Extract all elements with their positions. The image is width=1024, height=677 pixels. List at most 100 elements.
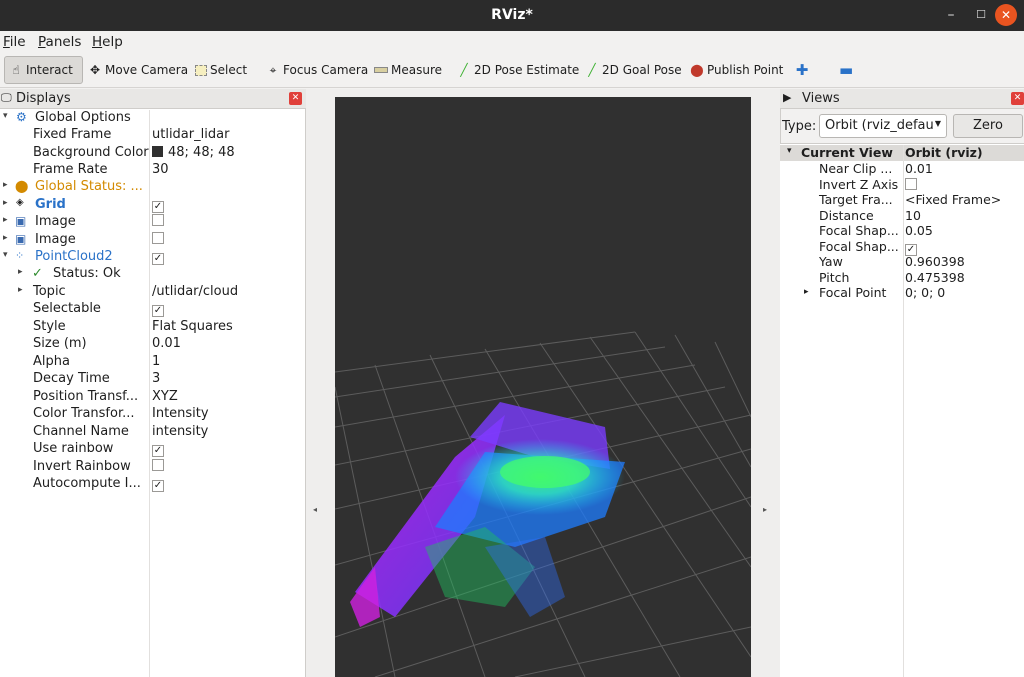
chevron-right-icon[interactable]: ▸: [18, 285, 23, 295]
view-prop-yaw[interactable]: Yaw 0.960398: [780, 254, 1024, 270]
close-icon[interactable]: ✕: [995, 4, 1017, 26]
selectable-label: Selectable: [33, 301, 101, 316]
collapse-left-icon[interactable]: ◂: [313, 505, 317, 514]
tree-position-transform[interactable]: Position Transf... XYZ: [0, 389, 305, 406]
add-tool-button[interactable]: ✚: [791, 56, 813, 84]
image-checkbox[interactable]: [152, 232, 164, 244]
minimize-icon[interactable]: –: [940, 4, 962, 26]
publish-point-button[interactable]: ⬤ Publish Point: [686, 56, 787, 84]
chevron-right-icon[interactable]: ▸: [3, 180, 8, 190]
tree-color-transform[interactable]: Color Transfor... Intensity: [0, 406, 305, 423]
view-prop-label: Invert Z Axis: [819, 177, 899, 192]
size-label: Size (m): [33, 336, 87, 351]
measure-button[interactable]: Measure: [370, 56, 446, 84]
view-prop-focal-shape-fixed[interactable]: Focal Shap... ✓: [780, 239, 1024, 256]
use-rainbow-label: Use rainbow: [33, 441, 114, 456]
close-icon[interactable]: ✕: [289, 92, 302, 105]
tree-global-status[interactable]: ▸ ⬤ Global Status: ...: [0, 179, 305, 196]
tree-size[interactable]: Size (m) 0.01: [0, 336, 305, 353]
tree-use-rainbow[interactable]: Use rainbow ✓: [0, 441, 305, 458]
view-prop-value[interactable]: 0; 0; 0: [905, 285, 945, 300]
chevron-down-icon[interactable]: ▾: [3, 111, 8, 121]
pose-estimate-button[interactable]: ╱ 2D Pose Estimate: [453, 56, 583, 84]
view-prop-near-clip[interactable]: Near Clip ... 0.01: [780, 161, 1024, 177]
tree-global-options[interactable]: ▾ ⚙ Global Options: [0, 110, 305, 127]
use-rainbow-checkbox[interactable]: ✓: [152, 445, 164, 457]
interact-button[interactable]: ☝ Interact: [4, 56, 83, 84]
invert-rainbow-checkbox[interactable]: [152, 459, 164, 471]
frame-rate-value[interactable]: 30: [152, 162, 169, 177]
tree-decay[interactable]: Decay Time 3: [0, 371, 305, 388]
remove-tool-button[interactable]: ▬: [835, 56, 857, 84]
grid-checkbox[interactable]: ✓: [152, 201, 164, 213]
tree-selectable[interactable]: Selectable ✓: [0, 301, 305, 318]
fixed-frame-value[interactable]: utlidar_lidar: [152, 127, 229, 142]
selectable-checkbox[interactable]: ✓: [152, 305, 164, 317]
menu-bar: File Panels Help: [0, 31, 1024, 53]
view-prop-focal-shape-size[interactable]: Focal Shap... 0.05: [780, 223, 1024, 239]
tree-grid[interactable]: ▸ ◈ Grid ✓: [0, 197, 305, 214]
tree-pointcloud2[interactable]: ▾ ⁘ PointCloud2 ✓: [0, 249, 305, 266]
tree-topic[interactable]: ▸ Topic /utlidar/cloud: [0, 284, 305, 301]
pointcloud-checkbox[interactable]: ✓: [152, 253, 164, 265]
tree-image-1[interactable]: ▸ ▣ Image: [0, 214, 305, 231]
invert-z-checkbox[interactable]: [905, 178, 917, 190]
move-camera-button[interactable]: ✥ Move Camera: [84, 56, 192, 84]
tree-style[interactable]: Style Flat Squares: [0, 319, 305, 336]
color-transform-value[interactable]: Intensity: [152, 406, 209, 421]
tree-background-color[interactable]: Background Color 48; 48; 48: [0, 145, 305, 162]
view-prop-focal-point[interactable]: ▸ Focal Point 0; 0; 0: [780, 285, 1024, 301]
3d-viewport[interactable]: [334, 97, 752, 677]
size-value[interactable]: 0.01: [152, 336, 181, 351]
style-value[interactable]: Flat Squares: [152, 319, 233, 334]
autocompute-checkbox[interactable]: ✓: [152, 480, 164, 492]
channel-name-value[interactable]: intensity: [152, 424, 208, 439]
menu-panels[interactable]: Panels: [38, 34, 81, 50]
tree-invert-rainbow[interactable]: Invert Rainbow: [0, 459, 305, 476]
tree-autocompute[interactable]: Autocompute I... ✓: [0, 476, 305, 493]
menu-help[interactable]: Help: [92, 34, 123, 50]
topic-value[interactable]: /utlidar/cloud: [152, 284, 238, 299]
global-status-label: Global Status: ...: [35, 179, 143, 194]
tree-status[interactable]: ▸ ✓ Status: Ok: [0, 266, 305, 283]
tree-frame-rate[interactable]: Frame Rate 30: [0, 162, 305, 179]
maximize-icon[interactable]: ☐: [970, 4, 992, 26]
view-type-select[interactable]: Orbit (rviz_defau ▼: [819, 114, 947, 138]
tree-channel-name[interactable]: Channel Name intensity: [0, 424, 305, 441]
view-type-label: Type:: [782, 119, 817, 134]
view-prop-target-frame[interactable]: Target Fra... <Fixed Frame>: [780, 192, 1024, 208]
chevron-right-icon[interactable]: ▸: [804, 287, 809, 297]
view-prop-value[interactable]: 0.960398: [905, 254, 965, 269]
view-prop-invert-z[interactable]: Invert Z Axis: [780, 177, 1024, 193]
chevron-right-icon[interactable]: ▸: [18, 267, 23, 277]
chevron-down-icon[interactable]: ▾: [787, 146, 792, 156]
collapse-right-icon[interactable]: ▸: [763, 505, 767, 514]
tree-image-2[interactable]: ▸ ▣ Image: [0, 232, 305, 249]
menu-file[interactable]: File: [3, 34, 26, 50]
view-prop-value[interactable]: <Fixed Frame>: [905, 192, 1001, 207]
background-color-value[interactable]: 48; 48; 48: [152, 145, 235, 160]
current-view-row[interactable]: ▾ Current View Orbit (rviz): [780, 145, 1024, 161]
view-prop-value[interactable]: 10: [905, 208, 921, 223]
chevron-right-icon[interactable]: ▸: [3, 215, 8, 225]
tree-alpha[interactable]: Alpha 1: [0, 354, 305, 371]
chevron-right-icon[interactable]: ▸: [3, 233, 8, 243]
chevron-right-icon[interactable]: ▸: [3, 198, 8, 208]
view-prop-pitch[interactable]: Pitch 0.475398: [780, 270, 1024, 286]
goal-pose-button[interactable]: ╱ 2D Goal Pose: [581, 56, 686, 84]
view-prop-distance[interactable]: Distance 10: [780, 208, 1024, 224]
select-button[interactable]: Select: [191, 56, 251, 84]
alpha-value[interactable]: 1: [152, 354, 160, 369]
image-checkbox[interactable]: [152, 214, 164, 226]
zero-button[interactable]: Zero: [953, 114, 1023, 138]
decay-value[interactable]: 3: [152, 371, 160, 386]
view-prop-value[interactable]: 0.475398: [905, 270, 965, 285]
view-prop-value[interactable]: 0.05: [905, 223, 933, 238]
focus-camera-button[interactable]: ⌖ Focus Camera: [262, 56, 372, 84]
close-icon[interactable]: ✕: [1011, 92, 1024, 105]
current-view-label: Current View: [801, 145, 893, 160]
position-transform-value[interactable]: XYZ: [152, 389, 178, 404]
view-prop-value[interactable]: 0.01: [905, 161, 933, 176]
tree-fixed-frame[interactable]: Fixed Frame utlidar_lidar: [0, 127, 305, 144]
chevron-down-icon[interactable]: ▾: [3, 250, 8, 260]
